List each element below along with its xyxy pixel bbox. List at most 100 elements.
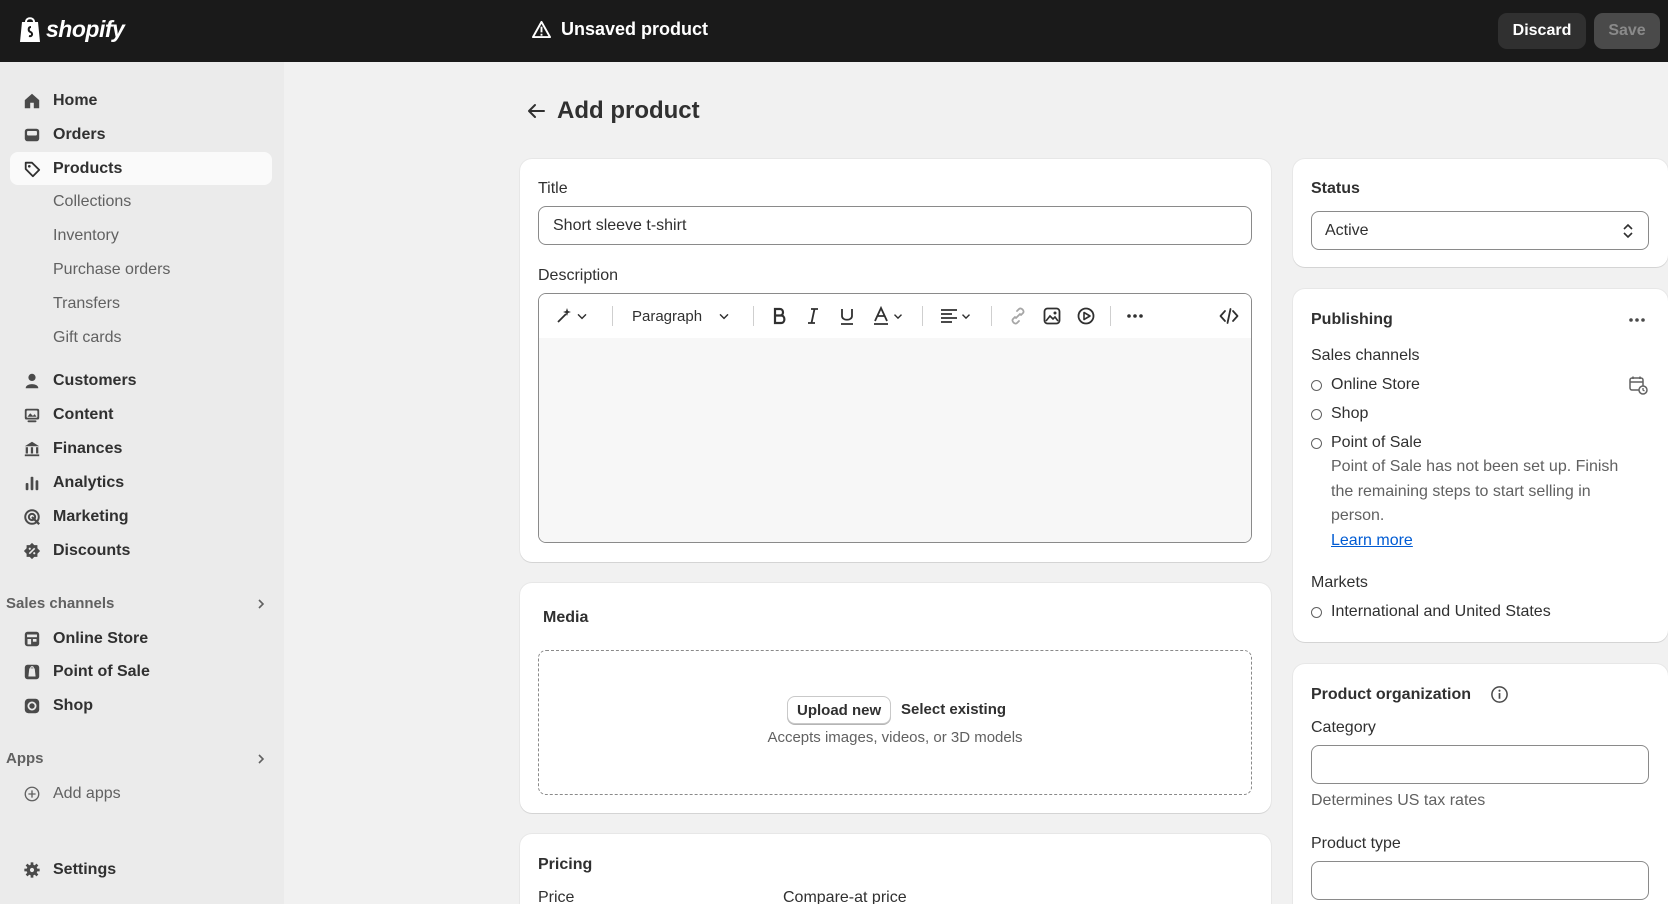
ai-generate-button[interactable] <box>554 305 590 327</box>
more-horizontal-icon[interactable] <box>1627 310 1647 330</box>
insert-video-button[interactable] <box>1076 305 1096 327</box>
sidebar-subitem-transfers[interactable]: Transfers <box>53 295 120 313</box>
store-icon <box>24 631 40 647</box>
sidebar-item-add-apps[interactable]: Add apps <box>10 777 272 810</box>
publishing-heading: Publishing <box>1311 311 1393 328</box>
target-icon <box>24 509 40 525</box>
sidebar-item-label: Shop <box>53 697 93 714</box>
sidebar-item-label: Orders <box>53 126 106 143</box>
underline-button[interactable] <box>837 305 857 327</box>
sidebar-subitem-purchase-orders[interactable]: Purchase orders <box>53 261 170 279</box>
sidebar-item-label: Point of Sale <box>53 663 150 680</box>
sidebar-item-marketing[interactable]: Marketing <box>10 500 272 533</box>
html-source-button[interactable] <box>1219 305 1239 327</box>
back-arrow-icon[interactable] <box>525 100 547 122</box>
compare-at-price-label: Compare-at price <box>783 889 907 904</box>
title-input[interactable] <box>538 206 1252 245</box>
sidebar-item-label: Discounts <box>53 542 131 559</box>
status-heading: Status <box>1311 180 1360 197</box>
save-button[interactable]: Save <box>1594 13 1660 49</box>
product-type-label: Product type <box>1311 835 1401 852</box>
schedule-calendar-icon[interactable] <box>1628 375 1648 395</box>
chevron-down-icon <box>894 314 902 320</box>
shopify-logo[interactable]: shopify <box>18 14 125 44</box>
info-icon[interactable] <box>1490 685 1509 704</box>
toolbar-divider <box>991 306 992 326</box>
sidebar-section-sales-channels[interactable]: Sales channels <box>6 595 268 612</box>
select-existing-button[interactable]: Select existing <box>901 701 1006 718</box>
channel-shop: Shop <box>1331 405 1369 422</box>
sidebar-item-home[interactable]: Home <box>10 84 272 117</box>
sidebar-item-analytics[interactable]: Analytics <box>10 466 272 499</box>
chevron-right-icon <box>258 599 265 609</box>
sidebar-item-settings[interactable]: Settings <box>10 853 272 886</box>
inbox-icon <box>24 128 40 142</box>
chevron-down-icon <box>962 314 970 320</box>
plus-circle-icon <box>24 786 40 802</box>
shop-icon <box>24 698 40 714</box>
status-select[interactable]: Active <box>1311 211 1649 250</box>
sidebar-item-label: Home <box>53 92 98 109</box>
top-bar: shopify Unsaved product Discard Save <box>0 0 1668 62</box>
brand-name: shopify <box>46 15 125 42</box>
sidebar-item-label: Finances <box>53 440 123 457</box>
media-dropzone[interactable]: Upload new Select existing Accepts image… <box>538 650 1252 795</box>
learn-more-link[interactable]: Learn more <box>1331 532 1413 550</box>
chevron-down-icon <box>577 313 587 320</box>
sidebar-item-point-of-sale[interactable]: Point of Sale <box>10 655 272 688</box>
unsaved-label: Unsaved product <box>561 19 709 39</box>
category-label: Category <box>1311 719 1376 736</box>
insert-image-button[interactable] <box>1042 305 1062 327</box>
media-heading: Media <box>543 609 589 626</box>
code-icon <box>1219 308 1239 324</box>
bold-button[interactable] <box>769 305 789 327</box>
pos-icon <box>24 664 40 680</box>
insert-image-icon <box>1043 307 1061 325</box>
italic-button[interactable] <box>803 305 823 327</box>
sidebar-item-label: Add apps <box>53 785 121 802</box>
paragraph-format-select[interactable]: Paragraph <box>632 305 732 327</box>
category-input[interactable] <box>1311 745 1649 784</box>
sidebar-item-products[interactable]: Products <box>10 152 272 185</box>
description-text-area[interactable] <box>539 338 1251 542</box>
text-color-button[interactable] <box>871 305 905 327</box>
sidebar-item-label: Settings <box>53 861 117 878</box>
link-button[interactable] <box>1008 305 1028 327</box>
sidebar-subitem-gift-cards[interactable]: Gift cards <box>53 329 121 347</box>
sidebar-item-shop[interactable]: Shop <box>10 689 272 722</box>
channel-online-store: Online Store <box>1331 376 1420 393</box>
select-arrows-icon <box>1623 223 1633 239</box>
sidebar-section-apps[interactable]: Apps <box>6 750 268 767</box>
sidebar-item-label: Marketing <box>53 508 129 525</box>
page-title: Add product <box>557 97 700 124</box>
market-item: International and United States <box>1331 603 1551 620</box>
sidebar-item-orders[interactable]: Orders <box>10 118 272 151</box>
sidebar-item-customers[interactable]: Customers <box>10 364 272 397</box>
status-value: Active <box>1325 222 1369 239</box>
pos-setup-note-line: Point of Sale has not been set up. Finis… <box>1331 458 1619 475</box>
upload-new-button[interactable]: Upload new <box>787 696 892 724</box>
sidebar-item-discounts[interactable]: Discounts <box>10 534 272 567</box>
sidebar-subitem-inventory[interactable]: Inventory <box>53 227 119 245</box>
product-type-input[interactable] <box>1311 861 1649 900</box>
toolbar-divider <box>612 306 613 326</box>
discard-button[interactable]: Discard <box>1498 13 1586 49</box>
align-button[interactable] <box>939 305 973 327</box>
sidebar-item-finances[interactable]: Finances <box>10 432 272 465</box>
channel-indicator <box>1311 409 1322 420</box>
sidebar: Home Orders Products Collections Invento… <box>0 62 284 904</box>
sidebar-item-online-store[interactable]: Online Store <box>10 622 272 655</box>
home-icon <box>24 93 40 109</box>
category-help-text: Determines US tax rates <box>1311 792 1486 809</box>
sidebar-item-label: Products <box>53 160 123 177</box>
chevron-down-icon <box>719 313 729 320</box>
chevron-right-icon <box>258 754 265 764</box>
sparkle-icon <box>557 308 571 323</box>
sidebar-subitem-collections[interactable]: Collections <box>53 193 131 211</box>
pos-setup-note-line: person. <box>1331 507 1385 524</box>
more-formatting-button[interactable] <box>1125 305 1145 327</box>
sidebar-item-content[interactable]: Content <box>10 398 272 431</box>
sidebar-item-label: Online Store <box>53 630 149 647</box>
text-color-icon <box>874 306 888 325</box>
discount-icon <box>23 542 41 560</box>
